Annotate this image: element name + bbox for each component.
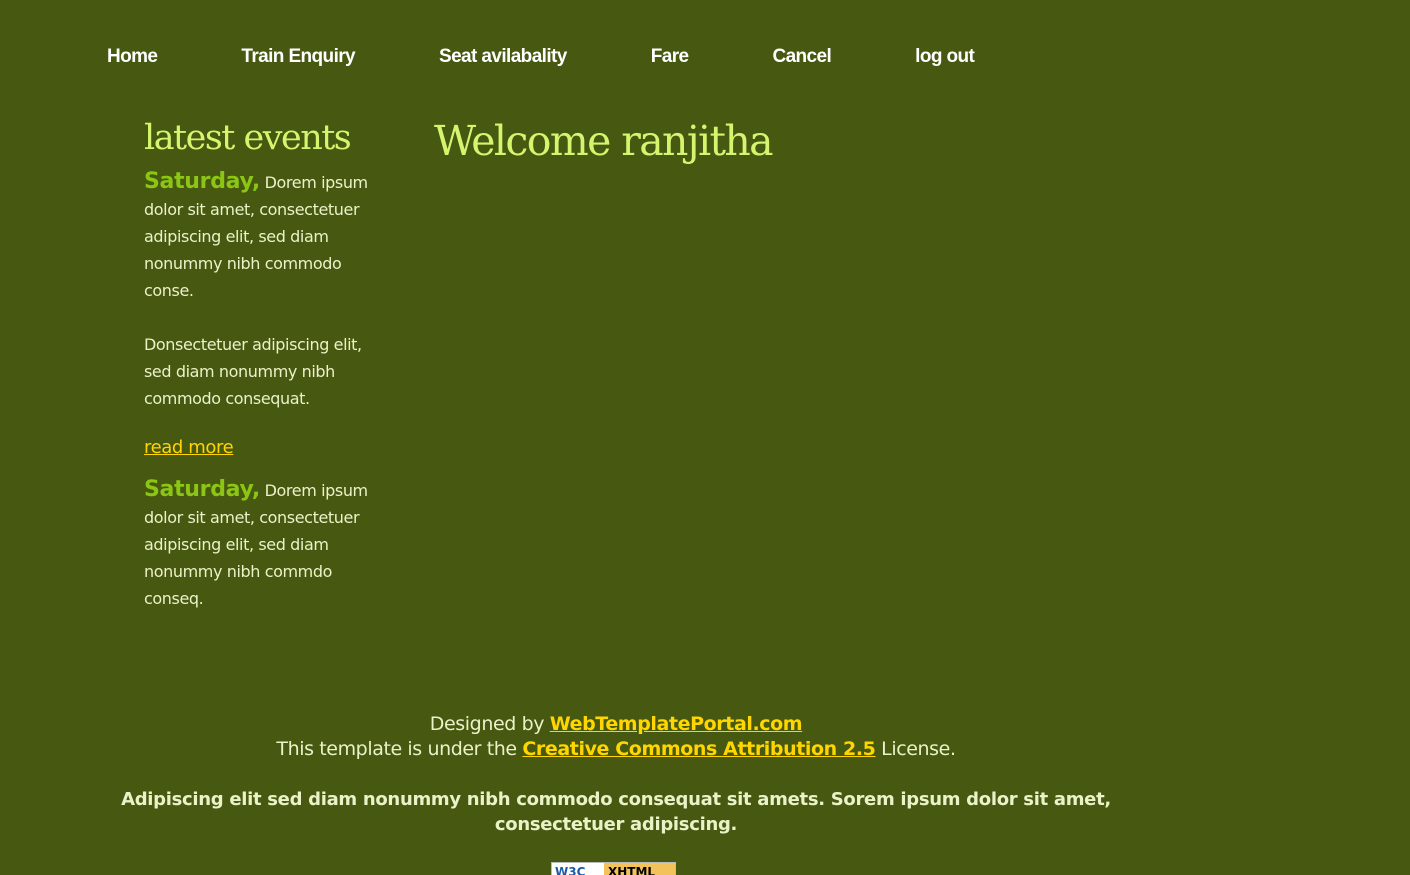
nav-train-enquiry-link[interactable]: Train Enquiry — [241, 46, 355, 68]
event-description: Donsectetuer adipiscing elit, sed diam n… — [144, 335, 362, 408]
event-day: Saturday, — [144, 477, 260, 502]
event-day: Saturday, — [144, 169, 260, 194]
nav-seat-availability-link[interactable]: Seat avilabality — [439, 46, 567, 68]
event-item: Saturday, Dorem ipsum dolor sit amet, co… — [144, 476, 384, 612]
read-more-link[interactable]: read more — [144, 437, 234, 458]
footer-tagline: Adipiscing elit sed diam nonummy nibh co… — [121, 789, 1111, 835]
license-link[interactable]: Creative Commons Attribution 2.5 — [522, 738, 876, 760]
top-nav: Home Train Enquiry Seat avilabality Fare… — [107, 42, 975, 72]
designed-by-line: Designed by WebTemplatePortal.com — [116, 712, 1116, 737]
nav-fare-link[interactable]: Fare — [651, 46, 689, 68]
nav-home-link[interactable]: Home — [107, 46, 158, 68]
license-prefix-text: This template is under the — [276, 738, 523, 760]
latest-events-sidebar: latest events Saturday, Dorem ipsum dolo… — [144, 112, 384, 612]
designed-by-text: Designed by — [429, 713, 550, 735]
page-footer: Designed by WebTemplatePortal.com This t… — [116, 712, 1116, 837]
license-suffix-text: License. — [875, 738, 956, 760]
license-line: This template is under the Creative Comm… — [116, 737, 1116, 762]
welcome-heading: Welcome ranjitha — [434, 117, 774, 165]
latest-events-heading: latest events — [144, 118, 352, 158]
event-item: Saturday, Dorem ipsum dolor sit amet, co… — [144, 168, 384, 304]
nav-cancel-link[interactable]: Cancel — [772, 46, 831, 68]
badge-w3c-text: W3C — [552, 863, 604, 875]
xhtml-validator-badge[interactable]: W3C XHTML — [551, 862, 676, 875]
designer-link[interactable]: WebTemplatePortal.com — [550, 713, 803, 735]
badge-xhtml-text: XHTML — [604, 863, 675, 875]
nav-logout-link[interactable]: log out — [915, 46, 975, 68]
event-item: Donsectetuer adipiscing elit, sed diam n… — [144, 331, 384, 412]
